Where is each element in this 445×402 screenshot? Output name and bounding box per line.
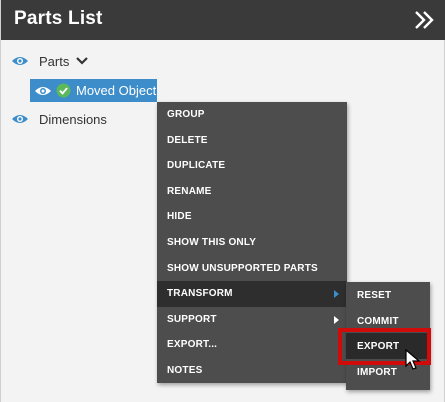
menu-item-show-this-only[interactable]: SHOW THIS ONLY	[157, 230, 347, 256]
menu-item-label: IMPORT	[357, 366, 398, 378]
tree-item-moved-object[interactable]: Moved Object	[30, 79, 157, 102]
menu-item-label: RESET	[357, 290, 392, 301]
menu-item-label: EXPORT	[357, 341, 400, 353]
eye-icon[interactable]	[34, 85, 52, 97]
menu-item-duplicate[interactable]: DUPLICATE	[157, 153, 347, 179]
menu-item-label: COMMIT	[357, 315, 399, 327]
submenu-arrow-icon	[334, 315, 339, 324]
menu-item-label: EXPORT...	[167, 339, 218, 351]
menu-item-show-unsupported-parts[interactable]: SHOW UNSUPPORTED PARTS	[157, 256, 347, 282]
menu-item-label: GROUP	[167, 109, 205, 120]
eye-icon[interactable]	[11, 113, 29, 125]
menu-item-label: HIDE	[167, 211, 192, 223]
mouse-cursor-icon	[405, 349, 421, 370]
context-menu: GROUP DELETE DUPLICATE RENAME HIDE SHOW …	[157, 102, 347, 383]
submenu-item-commit[interactable]: COMMIT	[346, 308, 430, 334]
menu-item-label: RENAME	[167, 185, 212, 197]
tree-item-parts[interactable]: Parts	[11, 50, 89, 72]
tree-item-label: Parts	[39, 53, 70, 69]
menu-item-hide[interactable]: HIDE	[157, 204, 347, 230]
menu-item-label: SHOW THIS ONLY	[167, 236, 257, 248]
menu-item-notes[interactable]: NOTES	[157, 358, 347, 384]
tree-item-dimensions[interactable]: Dimensions	[11, 108, 107, 130]
submenu-item-reset[interactable]: RESET	[346, 282, 430, 308]
menu-item-transform[interactable]: TRANSFORM	[157, 281, 347, 307]
panel-title: Parts List	[14, 8, 103, 29]
panel-header: Parts List	[1, 0, 445, 40]
menu-item-group[interactable]: GROUP	[157, 102, 347, 128]
tree-item-label: Moved Object	[76, 83, 157, 98]
menu-item-export[interactable]: EXPORT...	[157, 332, 347, 358]
submenu-arrow-icon	[334, 290, 339, 299]
eye-icon[interactable]	[11, 55, 29, 67]
menu-item-label: TRANSFORM	[167, 288, 233, 300]
chevron-down-icon[interactable]	[76, 56, 89, 66]
menu-item-support[interactable]: SUPPORT	[157, 307, 347, 333]
double-chevron-right-icon[interactable]	[412, 8, 436, 32]
menu-item-rename[interactable]: RENAME	[157, 179, 347, 205]
transform-submenu: RESET COMMIT EXPORT IMPORT	[346, 282, 430, 390]
tree-item-label: Dimensions	[39, 111, 107, 127]
parts-list-panel: Parts List Parts Moved Object Dimensions…	[0, 0, 445, 402]
menu-item-label: NOTES	[167, 364, 203, 376]
menu-item-label: SHOW UNSUPPORTED PARTS	[167, 262, 318, 274]
check-circle-icon	[56, 83, 71, 98]
menu-item-delete[interactable]: DELETE	[157, 128, 347, 154]
menu-item-label: DELETE	[167, 134, 208, 146]
menu-item-label: DUPLICATE	[167, 160, 226, 172]
menu-item-label: SUPPORT	[167, 313, 217, 325]
